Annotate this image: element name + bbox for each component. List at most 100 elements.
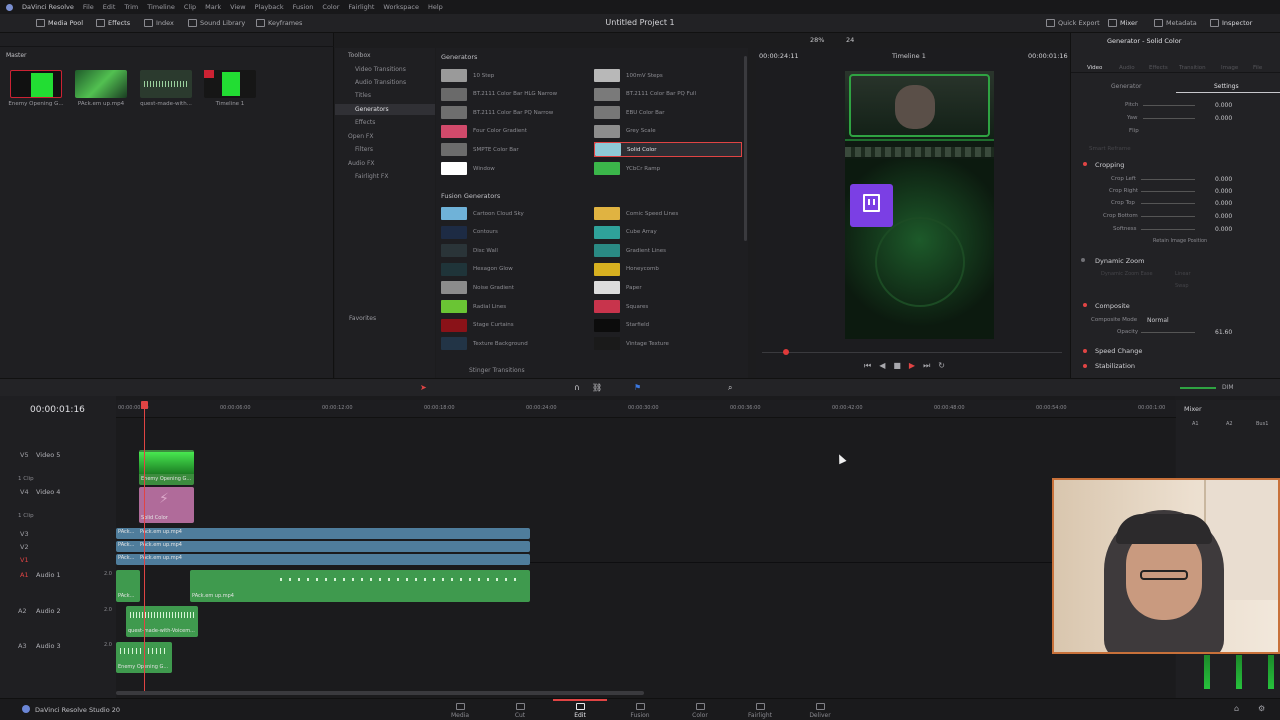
subtab-settings[interactable]: Settings (1214, 83, 1239, 90)
crop-bottom-value[interactable]: 0.000 (1215, 213, 1232, 220)
menu-file[interactable]: File (83, 3, 94, 11)
composite-enabled-dot[interactable] (1083, 303, 1087, 307)
track-a2-name[interactable]: Audio 2 (36, 607, 61, 615)
mixer-channel-a1[interactable]: A1 (1192, 421, 1199, 427)
speed-change-dot[interactable] (1083, 349, 1087, 353)
menu-edit[interactable]: Edit (103, 3, 116, 11)
track-v5-name[interactable]: Video 5 (36, 451, 60, 459)
menu-playback[interactable]: Playback (255, 3, 284, 11)
toolbox-audio-fx[interactable]: Audio FX (348, 160, 375, 167)
retain-position-label[interactable]: Retain Image Position (1153, 238, 1207, 244)
stabilization-header[interactable]: Stabilization (1095, 362, 1135, 370)
menu-help[interactable]: Help (428, 3, 443, 11)
yaw-slider[interactable] (1143, 118, 1195, 119)
clip-v1-pack[interactable]: PAck... PAck.em up.mp4 (116, 554, 530, 565)
fusion-generator-item[interactable]: Squares (594, 299, 742, 314)
index-button[interactable]: Index (144, 19, 174, 27)
generator-item[interactable]: BT.2111 Color Bar PQ Full (594, 87, 742, 102)
metadata-button[interactable]: Metadata (1154, 19, 1197, 27)
toolbox-effects[interactable]: Effects (355, 119, 375, 126)
clip-thumb-enemy[interactable] (10, 70, 62, 98)
fusion-generator-item[interactable]: Vintage Texture (594, 336, 742, 351)
toolbox-video-transitions[interactable]: Video Transitions (355, 66, 406, 73)
tab-file[interactable]: File (1253, 65, 1262, 71)
page-cut[interactable]: Cut (500, 703, 540, 719)
composite-header[interactable]: Composite (1095, 302, 1130, 310)
fusion-generator-item[interactable]: Comic Speed Lines (594, 206, 742, 221)
page-fusion[interactable]: Fusion (620, 703, 660, 719)
stop-icon[interactable]: ■ (893, 361, 901, 371)
generator-item[interactable]: Solid Color (594, 142, 742, 158)
home-icon[interactable]: ⌂ (1234, 704, 1239, 713)
clip-thumb-quest[interactable] (140, 70, 192, 98)
generator-item[interactable]: BT.2111 Color Bar PQ Narrow (441, 105, 589, 120)
zoom-icon[interactable]: ⌕ (728, 383, 732, 393)
cropping-enabled-dot[interactable] (1083, 162, 1087, 166)
toolbox-audio-transitions[interactable]: Audio Transitions (355, 79, 406, 86)
tab-image[interactable]: Image (1221, 65, 1238, 71)
master-volume-slider[interactable] (1180, 387, 1216, 389)
pitch-slider[interactable] (1143, 105, 1195, 106)
clip-thumb-pack[interactable] (75, 70, 127, 98)
viewer-fps[interactable]: 24 (846, 36, 854, 44)
opacity-value[interactable]: 61.60 (1215, 329, 1232, 336)
snapping-icon[interactable]: ∩ (574, 383, 580, 392)
menu-app[interactable]: DaVinci Resolve (22, 3, 74, 11)
generator-item[interactable]: EBU Color Bar (594, 105, 742, 120)
fusion-generator-item[interactable]: Radial Lines (441, 299, 589, 314)
opacity-slider[interactable] (1141, 332, 1195, 333)
composite-mode-dropdown[interactable]: Normal (1147, 317, 1169, 324)
link-icon[interactable]: ⛓ (592, 383, 602, 392)
step-back-icon[interactable]: ◀ (879, 361, 885, 371)
menu-timeline[interactable]: Timeline (147, 3, 175, 11)
media-pool-button[interactable]: Media Pool (36, 19, 83, 27)
selection-tool-icon[interactable]: ➤ (420, 383, 427, 392)
clip-v2-pack[interactable]: PAck... PAck.em up.mp4 (116, 541, 530, 552)
go-to-start-icon[interactable]: ⏮ (864, 361, 871, 371)
clip-v3-pack[interactable]: PAck... PAck.em up.mp4 (116, 528, 530, 539)
dynamic-zoom-header[interactable]: Dynamic Zoom (1095, 257, 1144, 265)
tab-audio[interactable]: Audio (1119, 65, 1135, 71)
fusion-generator-item[interactable]: Disc Wall (441, 243, 589, 258)
crop-top-slider[interactable] (1141, 203, 1195, 204)
crop-left-slider[interactable] (1141, 179, 1195, 180)
timeline-timecode[interactable]: 00:00:01:16 (30, 405, 85, 415)
dynamic-zoom-dot[interactable] (1081, 258, 1085, 262)
track-a1-name[interactable]: Audio 1 (36, 571, 61, 579)
play-icon[interactable]: ▶ (909, 361, 915, 371)
toolbox-open-fx[interactable]: Open FX (348, 133, 374, 140)
viewer-playhead[interactable] (783, 349, 789, 355)
fusion-generator-item[interactable]: Noise Gradient (441, 280, 589, 295)
track-a3-name[interactable]: Audio 3 (36, 642, 61, 650)
timeline-thumb[interactable] (204, 70, 256, 98)
viewer-timeline-name[interactable]: Timeline 1 (892, 52, 926, 60)
page-fairlight[interactable]: Fairlight (740, 703, 780, 719)
subtab-generator[interactable]: Generator (1111, 83, 1141, 90)
fusion-generator-item[interactable]: Stage Curtains (441, 318, 589, 333)
speed-change-header[interactable]: Speed Change (1095, 347, 1142, 355)
tab-video[interactable]: Video (1087, 65, 1102, 71)
generator-item[interactable]: Grey Scale (594, 124, 742, 139)
go-to-end-icon[interactable]: ⏭ (923, 361, 930, 371)
clip-a1-stub[interactable]: PAck... (116, 570, 140, 602)
inspector-button[interactable]: Inspector (1210, 19, 1252, 27)
crop-right-value[interactable]: 0.000 (1215, 188, 1232, 195)
generator-item[interactable]: BT.2111 Color Bar HLG Narrow (441, 87, 589, 102)
fusion-generator-item[interactable]: Hexagon Glow (441, 262, 589, 277)
fusion-generator-item[interactable]: Cartoon Cloud Sky (441, 206, 589, 221)
fusion-generator-item[interactable]: Honeycomb (594, 262, 742, 277)
toolbox-root[interactable]: Toolbox (348, 52, 371, 59)
mixer-channel-a2[interactable]: A2 (1226, 421, 1233, 427)
generator-item[interactable]: 10 Step (441, 68, 589, 83)
viewer-zoom[interactable]: 28% (810, 36, 824, 44)
generator-item[interactable]: YCbCr Ramp (594, 161, 742, 176)
fusion-generator-item[interactable]: Contours (441, 225, 589, 240)
softness-value[interactable]: 0.000 (1215, 226, 1232, 233)
tab-effects[interactable]: Effects (1149, 65, 1168, 71)
menu-workspace[interactable]: Workspace (383, 3, 419, 11)
crop-right-slider[interactable] (1141, 191, 1195, 192)
generator-item[interactable]: Four Color Gradient (441, 124, 589, 139)
fusion-generator-item[interactable]: Texture Background (441, 336, 589, 351)
page-media[interactable]: Media (440, 703, 480, 719)
mixer-channel-bus1[interactable]: Bus1 (1256, 421, 1268, 427)
